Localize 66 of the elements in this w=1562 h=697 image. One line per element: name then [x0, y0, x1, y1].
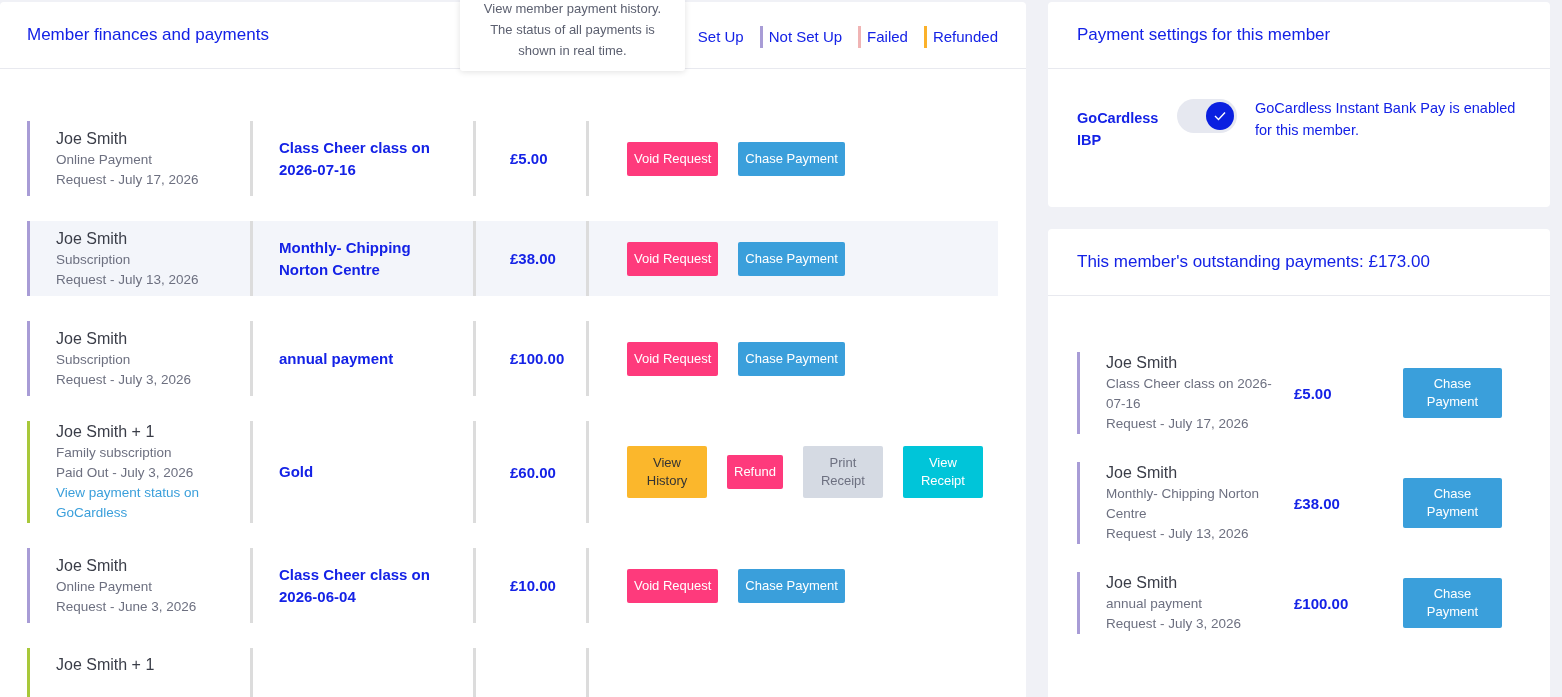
member-name: Joe Smith + 1 [56, 422, 156, 442]
tooltip: View member payment history. The status of all payments is shown in real time. [460, 0, 685, 71]
payment-status: Paid Out - July 3, 2026 [56, 464, 195, 482]
chase-button[interactable]: Chase Payment [738, 141, 845, 176]
payment-item: Class Cheer class on 2026-06-04 [279, 564, 431, 607]
member-name: Joe Smith [56, 228, 129, 249]
chase-button[interactable]: Chase Payment [738, 241, 845, 276]
payment-amount: £5.00 [1293, 384, 1333, 402]
setting-description: GoCardless Instant Bank Pay is enabled for this member. [1255, 99, 1517, 140]
legend-item: Set Up [696, 27, 744, 47]
legend-item: Not Set Up [759, 26, 843, 48]
payment-status: Request - July 17, 2026 [56, 170, 200, 189]
payment-status: Request - June 3, 2026 [56, 597, 198, 616]
payment-amount: £10.00 [509, 577, 557, 594]
receipt-button[interactable]: View Receipt [902, 446, 983, 498]
chase-button[interactable]: Chase Payment [1403, 578, 1502, 628]
chase-button[interactable]: Chase Payment [1403, 368, 1502, 418]
history-button[interactable]: View History [627, 446, 707, 498]
refund-button[interactable]: Refund [727, 455, 783, 489]
payment-item: Class Cheer class on 2026-07-16 [279, 137, 431, 180]
check-icon [1214, 111, 1226, 121]
setting-label: GoCardless IBP [1077, 109, 1160, 150]
print-button[interactable]: Print Receipt [802, 446, 883, 498]
legend-item: Refunded [923, 26, 998, 48]
payment-status: Request - July 13, 2026 [1106, 525, 1250, 543]
payment-amount: £100.00 [509, 350, 566, 367]
void-button[interactable]: Void Request [627, 141, 719, 176]
member-name: Joe Smith [56, 128, 129, 149]
payment-type: Online Payment [56, 577, 154, 596]
payment-item: Gold [279, 462, 315, 482]
member-name: Joe Smith [1106, 353, 1179, 373]
payment-amount: £100.00 [1293, 594, 1350, 612]
void-button[interactable]: Void Request [627, 568, 719, 603]
payment-type: Subscription [56, 350, 132, 369]
chase-button[interactable]: Chase Payment [1403, 478, 1502, 528]
member-name: Joe Smith [56, 555, 129, 576]
gocardless-link[interactable]: View payment status on GoCardless [56, 483, 250, 523]
panel-title: Member finances and payments [27, 25, 269, 45]
payment-item: annual payment [279, 348, 395, 369]
chase-button[interactable]: Chase Payment [738, 568, 845, 603]
member-name: Joe Smith [1106, 573, 1179, 593]
payment-status: Request - July 17, 2026 [1106, 415, 1250, 433]
void-button[interactable]: Void Request [627, 341, 719, 376]
payment-item: Class Cheer class on 2026-07-16 [1106, 375, 1273, 413]
panel-title: Payment settings for this member [1077, 25, 1331, 45]
member-name: Joe Smith [56, 328, 129, 349]
chase-button[interactable]: Chase Payment [738, 341, 845, 376]
payment-status: Request - July 3, 2026 [1106, 615, 1243, 633]
payment-status: Request - July 3, 2026 [56, 370, 193, 389]
payment-amount: £38.00 [509, 250, 557, 267]
payment-type: Family subscription [56, 444, 173, 462]
payment-item: annual payment [1106, 595, 1204, 613]
toggle-switch[interactable] [1177, 99, 1237, 133]
payment-item: Monthly- Chipping Norton Centre [1106, 485, 1261, 523]
payment-amount: £60.00 [509, 463, 557, 481]
payment-amount: £38.00 [1293, 494, 1341, 512]
payment-amount: £5.00 [509, 150, 549, 167]
legend-item: Failed [858, 26, 908, 48]
member-name: Joe Smith + 1 [56, 655, 156, 675]
panel-title: This member's outstanding payments: £173.00 [1077, 252, 1430, 272]
payment-type: Online Payment [56, 150, 154, 169]
payment-type: Subscription [56, 250, 132, 269]
payment-item: Monthly- Chipping Norton Centre [279, 237, 412, 280]
member-name: Joe Smith [1106, 463, 1179, 483]
payment-status: Request - July 13, 2026 [56, 270, 200, 289]
void-button[interactable]: Void Request [627, 241, 719, 276]
